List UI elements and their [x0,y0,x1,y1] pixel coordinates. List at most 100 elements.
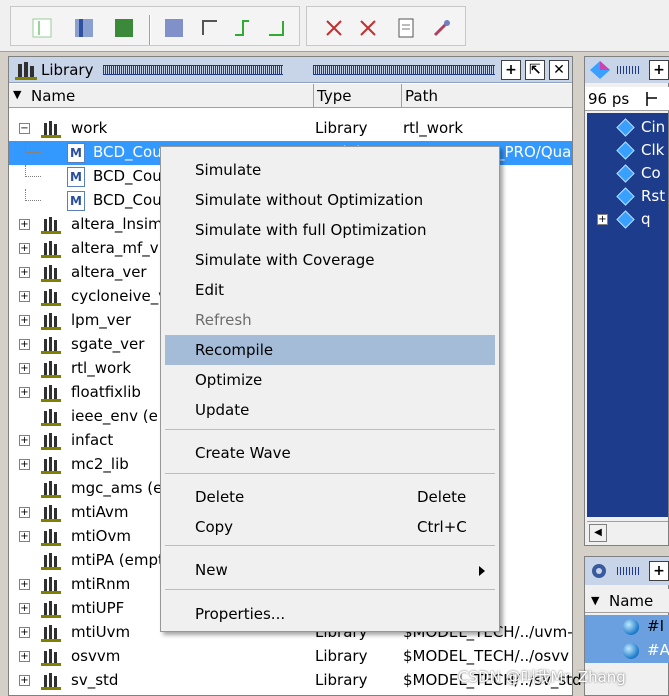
cut-left-icon[interactable] [321,15,347,41]
scroll-left-icon[interactable]: ◀ [589,524,607,542]
objects-grip[interactable] [617,567,641,575]
wave-scrollbar[interactable]: ◀ [587,521,668,543]
expand-icon[interactable]: + [19,315,30,326]
library-icon [41,265,61,282]
wave-signal[interactable]: Cin [597,117,667,139]
expand-icon[interactable]: + [19,387,30,398]
menu-item-label: Simulate with full Optimization [195,221,427,239]
collapse-icon[interactable]: − [19,123,30,134]
objects-title-bar[interactable]: + [585,557,669,585]
objects-add-button[interactable]: + [649,561,669,581]
column-divider[interactable] [313,84,314,108]
row-name: mtiOvm [71,527,131,545]
menu-item-simulate-with-coverage[interactable]: Simulate with Coverage [165,245,495,275]
title-grip[interactable] [103,64,495,76]
close-button[interactable]: ✕ [549,60,569,80]
module-icon: M [67,143,85,163]
library-icon [41,553,61,570]
expand-icon[interactable]: + [19,339,30,350]
expand-icon[interactable]: + [19,243,30,254]
expand-icon[interactable]: + [19,651,30,662]
wave-title-bar[interactable]: + [585,57,669,83]
column-type[interactable]: Type [317,87,351,105]
library-icon [41,481,61,498]
toolbar-separator [149,15,151,45]
library-icon [41,361,61,378]
menu-item-simulate-with-full-optimization[interactable]: Simulate with full Optimization [165,215,495,245]
row-name: mtiRnm [71,575,131,593]
wave-add-button[interactable]: + [649,60,669,80]
row-name: BCD_Cou [93,143,162,161]
wave-signal[interactable]: Rst [597,186,667,208]
menu-item-delete[interactable]: Delete Delete [165,482,495,512]
library-title-bar[interactable]: Library + ⇱ ✕ [9,57,572,83]
wave-signal[interactable]: Clk [597,140,667,162]
menu-item-new[interactable]: New [165,555,495,585]
layout-3-icon[interactable] [111,15,137,41]
menu-item-optimize[interactable]: Optimize [165,365,495,395]
document-icon[interactable] [393,15,419,41]
layout-4-icon[interactable] [161,15,187,41]
column-divider[interactable] [401,84,402,108]
library-icon [41,505,61,522]
layout-2-icon[interactable] [71,15,97,41]
menu-item-copy[interactable]: Copy Ctrl+C [165,512,495,542]
signal-name: Clk [641,141,665,159]
wave-grip[interactable] [617,66,641,74]
expand-icon[interactable]: + [19,579,30,590]
cut-right-icon[interactable] [355,15,381,41]
menu-item-recompile[interactable]: Recompile [165,335,495,365]
sort-icon[interactable]: ▼ [13,88,21,101]
objects-row[interactable]: #I [585,615,669,639]
expand-icon[interactable]: + [597,214,608,225]
expand-icon[interactable]: + [19,435,30,446]
row-name: cycloneive_v [71,287,168,305]
library-row[interactable]: − work Library rtl_work [9,117,572,141]
menu-item-update[interactable]: Update [165,395,495,425]
layout-5-icon[interactable] [197,15,223,41]
expand-icon[interactable]: + [19,507,30,518]
menu-item-edit[interactable]: Edit [165,275,495,305]
column-path[interactable]: Path [405,87,438,105]
menu-item-simulate-without-optimization[interactable]: Simulate without Optimization [165,185,495,215]
expand-icon[interactable]: + [19,291,30,302]
row-path: rtl_work [403,119,464,137]
objects-row[interactable]: #A [585,639,669,663]
expand-icon[interactable]: + [19,531,30,542]
menu-item-create-wave[interactable]: Create Wave [165,438,495,468]
menu-item-simulate[interactable]: Simulate [165,155,495,185]
signal-icon [616,118,635,137]
objects-col-name[interactable]: Name [609,592,653,610]
wave-signal[interactable]: Co [597,163,667,185]
column-name[interactable]: Name [31,87,75,105]
add-pane-button[interactable]: + [501,60,521,80]
expand-icon[interactable]: + [19,363,30,374]
wave-signal[interactable]: + q [597,209,667,231]
objects-sort-icon[interactable]: ▼ [591,594,599,607]
expand-icon[interactable]: + [19,267,30,278]
menu-item-label: Delete [195,488,245,506]
expand-icon[interactable]: + [19,219,30,230]
undock-button[interactable]: ⇱ [525,60,545,80]
menu-item-label: Simulate with Coverage [195,251,375,269]
row-name: mtiPA (empt [71,551,164,569]
layout-6-icon[interactable] [229,15,255,41]
row-path: $MODEL_TECH/../osvv [403,647,569,665]
expand-icon[interactable]: + [19,459,30,470]
row-name: rtl_work [71,359,132,377]
object-name: #A [647,641,669,659]
cursor-icon[interactable] [643,90,661,108]
tree-line [25,165,41,177]
clear-icon[interactable] [429,15,455,41]
row-type: Library [315,119,368,137]
expand-icon[interactable]: + [19,603,30,614]
layout-7-icon[interactable] [263,15,289,41]
menu-separator [165,545,495,546]
expand-icon[interactable]: + [19,675,30,686]
row-name: mtiUvm [71,623,131,641]
expand-icon[interactable]: + [19,627,30,638]
row-name: floatfixlib [71,383,141,401]
library-icon [41,529,61,546]
menu-item-properties[interactable]: Properties... [165,599,495,629]
layout-1-icon[interactable] [29,15,55,41]
